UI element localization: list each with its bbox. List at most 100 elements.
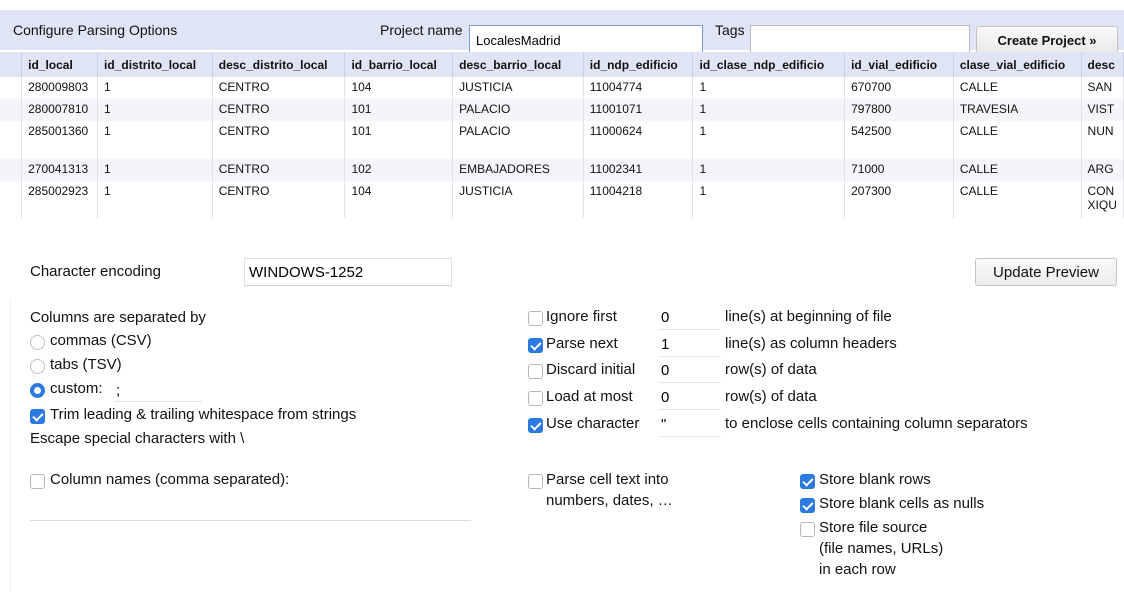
parse-cell-text-label-2: numbers, dates, … — [546, 492, 673, 509]
column-names-input-line[interactable] — [30, 520, 471, 521]
project-name-label: Project name — [380, 22, 463, 38]
sep-custom-input[interactable] — [114, 380, 202, 402]
table-cell: 11000624 — [583, 121, 694, 159]
column-header[interactable]: id_barrio_local — [344, 52, 454, 77]
sep-custom-label: custom: — [50, 380, 103, 397]
ignore-first-checkbox[interactable] — [528, 311, 543, 326]
load-at-most-input[interactable] — [659, 386, 721, 410]
update-preview-button[interactable]: Update Preview — [975, 258, 1117, 286]
parse-cell-text-checkbox[interactable] — [528, 474, 543, 489]
tags-label: Tags — [715, 22, 745, 38]
table-cell: 1 — [97, 99, 213, 121]
table-cell: PALACIO — [452, 121, 584, 159]
table-cell: CENTRO — [212, 121, 346, 159]
ignore-first-label: Ignore first — [546, 308, 617, 325]
table-cell: CENTRO — [212, 159, 346, 181]
parse-next-label: Parse next — [546, 335, 618, 352]
left-panel-edge — [10, 300, 11, 592]
table-cell: CALLE — [953, 121, 1082, 159]
discard-initial-checkbox[interactable] — [528, 364, 543, 379]
table-cell: CALLE — [953, 181, 1082, 218]
column-names-checkbox[interactable] — [30, 474, 45, 489]
table-cell — [0, 99, 23, 121]
table-cell: 1 — [692, 121, 846, 159]
tags-input[interactable] — [750, 25, 970, 55]
table-cell — [0, 159, 23, 181]
column-header[interactable]: desc — [1081, 52, 1124, 77]
sep-tabs-radio[interactable] — [30, 359, 45, 374]
parse-next-input[interactable] — [659, 333, 721, 357]
table-cell — [0, 121, 23, 159]
table-cell: 207300 — [844, 181, 954, 218]
store-file-source-label-1: Store file source — [819, 519, 928, 536]
table-cell: 11001071 — [583, 99, 694, 121]
load-at-most-label: Load at most — [546, 388, 633, 405]
parse-next-checkbox[interactable] — [528, 338, 543, 353]
table-cell — [0, 181, 23, 218]
preview-header-row: id_local id_distrito_local desc_distrito_l… — [0, 52, 1124, 77]
column-header[interactable]: id_ndp_edificio — [583, 52, 694, 77]
project-name-input[interactable] — [469, 25, 703, 55]
column-header[interactable]: id_clase_ndp_edificio — [692, 52, 846, 77]
separator-label: Columns are separated by — [30, 309, 206, 326]
table-cell: CENTRO — [212, 99, 346, 121]
parse-cell-text-label-1: Parse cell text into — [546, 471, 669, 488]
table-cell: 797800 — [844, 99, 954, 121]
table-cell: 1 — [692, 77, 846, 99]
table-row: 285001360 1 CENTRO 101 PALACIO 11000624 1 54250… — [0, 121, 1124, 159]
table-cell — [0, 77, 23, 99]
table-cell: JUSTICIA — [452, 77, 584, 99]
create-project-button[interactable]: Create Project » — [976, 26, 1118, 54]
use-character-input[interactable] — [659, 413, 721, 437]
sep-commas-radio[interactable] — [30, 335, 45, 350]
page-title: Configure Parsing Options — [13, 22, 178, 38]
table-cell: EMBAJADORES — [452, 159, 584, 181]
store-file-source-checkbox[interactable] — [800, 522, 815, 537]
load-at-most-checkbox[interactable] — [528, 391, 543, 406]
table-cell: 285001360 — [21, 121, 99, 159]
preview-body: 280009803 1 CENTRO 104 JUSTICIA 11004774 1 6707… — [0, 77, 1124, 218]
table-cell: NUN — [1081, 121, 1124, 159]
store-blank-rows-label: Store blank rows — [819, 471, 931, 488]
encoding-input[interactable] — [244, 258, 452, 286]
escape-label: Escape special characters with \ — [30, 430, 245, 447]
column-header[interactable]: id_local — [21, 52, 99, 77]
table-cell: ARG — [1081, 159, 1124, 181]
table-cell: CON XIQU — [1081, 181, 1124, 218]
store-file-source-label-2: (file names, URLs) — [819, 540, 944, 557]
table-cell: 11004218 — [583, 181, 694, 218]
column-names-label: Column names (comma separated): — [50, 471, 290, 488]
store-blank-cells-checkbox[interactable] — [800, 498, 815, 513]
table-cell: 285002923 — [21, 181, 99, 218]
encoding-label: Character encoding — [30, 263, 161, 280]
column-header[interactable]: id_vial_edificio — [844, 52, 954, 77]
column-header[interactable]: clase_vial_edificio — [953, 52, 1082, 77]
column-header[interactable]: desc_barrio_local — [452, 52, 584, 77]
use-character-checkbox[interactable] — [528, 418, 543, 433]
table-cell: 1 — [692, 181, 846, 218]
table-cell: 11004774 — [583, 77, 694, 99]
column-header[interactable] — [0, 52, 23, 77]
discard-initial-input[interactable] — [659, 359, 721, 383]
table-row: 270041313 1 CENTRO 102 EMBAJADORES 11002341 1 7… — [0, 159, 1124, 181]
table-cell: 542500 — [844, 121, 954, 159]
table-cell: CENTRO — [212, 181, 346, 218]
table-cell: 1 — [97, 159, 213, 181]
parse-next-suffix: line(s) as column headers — [725, 335, 897, 352]
ignore-first-input[interactable] — [659, 306, 721, 330]
table-cell: 104 — [344, 181, 454, 218]
table-cell: 71000 — [844, 159, 954, 181]
trim-whitespace-checkbox[interactable] — [30, 409, 45, 424]
ignore-first-suffix: line(s) at beginning of file — [725, 308, 892, 325]
table-cell: 1 — [692, 99, 846, 121]
preview-grid: id_local id_distrito_local desc_distrito_l… — [0, 52, 1124, 218]
table-cell: VIST — [1081, 99, 1124, 121]
sep-custom-radio[interactable] — [30, 383, 45, 398]
store-blank-rows-checkbox[interactable] — [800, 474, 815, 489]
data-preview-table: id_local id_distrito_local desc_distrito_l… — [0, 52, 1124, 218]
table-cell: 1 — [97, 181, 213, 218]
column-header[interactable]: desc_distrito_local — [212, 52, 346, 77]
column-header[interactable]: id_distrito_local — [97, 52, 213, 77]
load-at-most-suffix: row(s) of data — [725, 388, 817, 405]
table-cell: CALLE — [953, 77, 1082, 99]
